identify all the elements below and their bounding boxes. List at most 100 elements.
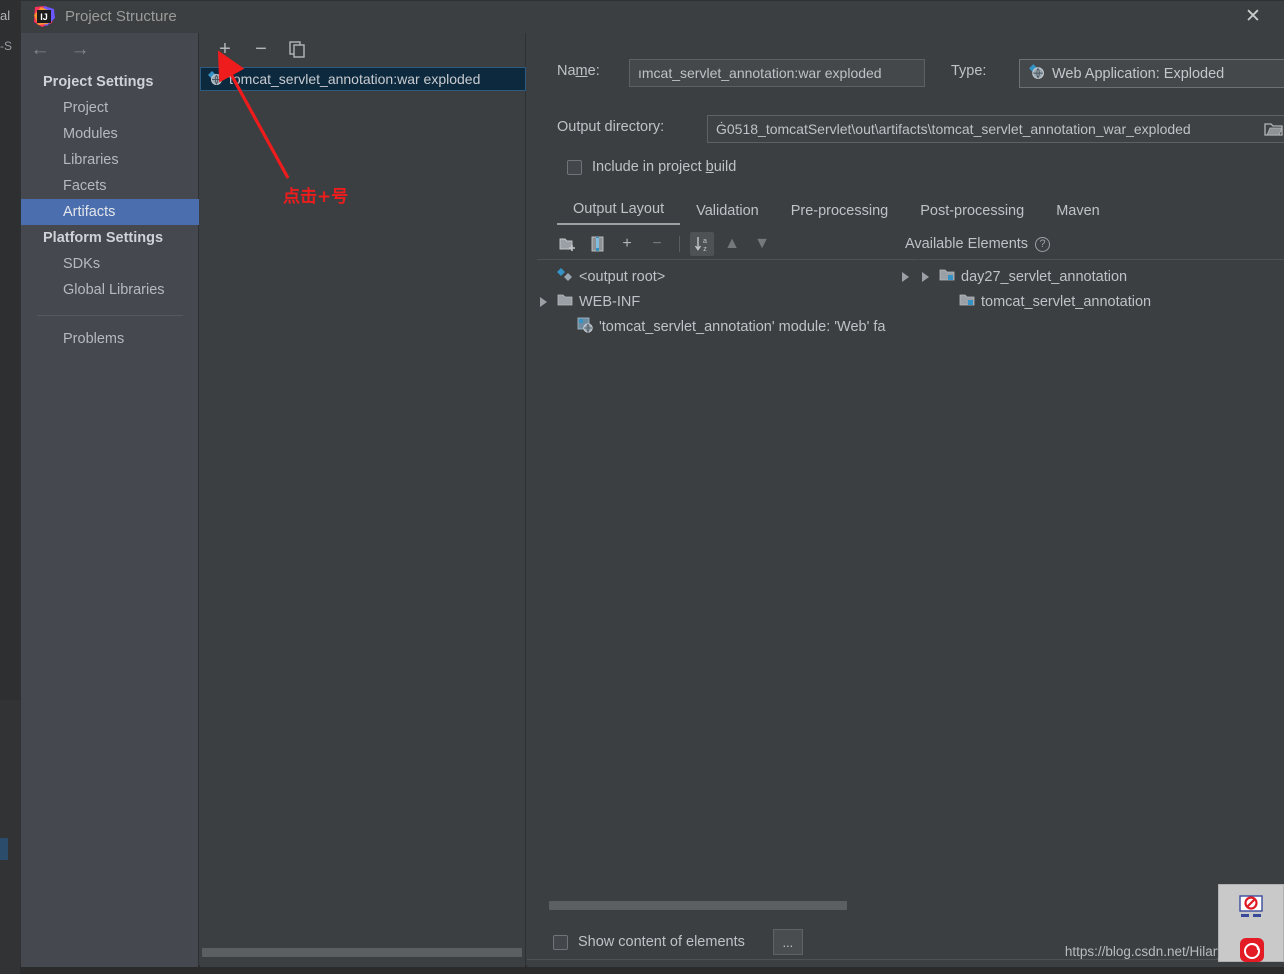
name-type-row: Name: ımcat_servlet_annotation:war explo… — [557, 59, 1284, 88]
tree-row-web-inf[interactable]: WEB-INF — [537, 289, 919, 314]
toolbar-divider — [679, 236, 680, 252]
type-label: Type: — [951, 63, 987, 79]
artifacts-toolbar: + − — [200, 33, 526, 65]
artifacts-horizontal-scrollbar[interactable] — [202, 948, 522, 957]
output-layout-horizontal-scrollbar[interactable] — [549, 901, 847, 910]
detail-tabs: Output Layout Validation Pre-processing … — [557, 195, 1284, 225]
chevron-right-icon[interactable] — [919, 270, 933, 284]
sidebar-item-problems[interactable]: Problems — [21, 326, 199, 352]
help-icon[interactable]: ? — [1035, 236, 1051, 252]
artifact-name-input[interactable]: ımcat_servlet_annotation:war exploded — [629, 59, 925, 87]
svg-text:IJ: IJ — [40, 12, 48, 22]
move-up-button[interactable]: ▲ — [720, 232, 744, 256]
remove-artifact-button[interactable]: − — [248, 36, 274, 62]
create-directory-icon[interactable] — [555, 232, 579, 256]
move-down-button[interactable]: ▼ — [750, 232, 774, 256]
more-options-button[interactable]: ... — [772, 929, 803, 955]
title-bar: IJ Project Structure ✕ — [21, 1, 1284, 33]
tab-output-layout[interactable]: Output Layout — [557, 201, 681, 225]
settings-sidebar: ← → Project Settings Project Modules Lib… — [21, 33, 199, 967]
show-content-label: Show content of elements — [578, 934, 745, 950]
tab-pre-processing[interactable]: Pre-processing — [775, 203, 905, 225]
sidebar-item-facets[interactable]: Facets — [21, 173, 199, 199]
output-directory-input[interactable]: Ġ0518_tomcatServlet\out\artifacts\tomcat… — [707, 115, 1284, 143]
tab-maven[interactable]: Maven — [1040, 203, 1116, 225]
tree-row-output-root[interactable]: <output root> — [537, 264, 919, 289]
background-text-a: al — [0, 8, 11, 23]
include-in-build-checkbox[interactable] — [567, 159, 582, 175]
artifact-icon — [557, 267, 573, 287]
forward-arrow-icon[interactable]: → — [67, 37, 93, 63]
background-text-b: -S — [0, 39, 12, 53]
svg-text:a: a — [703, 238, 707, 245]
remove-element-button[interactable]: − — [645, 232, 669, 256]
available-elements-title: Available Elements — [905, 236, 1029, 252]
available-item-tomcat[interactable]: tomcat_servlet_annotation — [919, 289, 1284, 314]
chevron-right-icon[interactable] — [537, 295, 551, 309]
artifact-type-value: Web Application: Exploded — [1052, 65, 1225, 82]
artifact-icon — [1028, 63, 1045, 84]
sidebar-item-sdks[interactable]: SDKs — [21, 251, 199, 277]
create-archive-icon[interactable] — [585, 232, 609, 256]
artifact-detail-panel: Name: ımcat_servlet_annotation:war explo… — [527, 33, 1284, 967]
folder-icon — [557, 293, 573, 311]
tab-post-processing[interactable]: Post-processing — [904, 203, 1040, 225]
svg-text:z: z — [703, 246, 707, 252]
add-artifact-button[interactable]: + — [212, 36, 238, 62]
include-in-build-label: Include in project build — [592, 159, 737, 175]
page-title: Project Structure — [65, 8, 177, 25]
sidebar-item-project[interactable]: Project — [21, 95, 199, 121]
available-elements-tree: day27_servlet_annotation tomcat_servlet_… — [919, 259, 1284, 899]
available-item-label: tomcat_servlet_annotation — [981, 293, 1152, 310]
module-icon — [939, 268, 955, 286]
folder-icon[interactable] — [1262, 118, 1284, 140]
back-arrow-icon[interactable]: ← — [27, 37, 53, 63]
sidebar-item-modules[interactable]: Modules — [21, 121, 199, 147]
screen-block-icon[interactable] — [1238, 895, 1264, 919]
tree-row-label: 'tomcat_servlet_annotation' module: 'Web… — [599, 318, 886, 335]
tab-validation[interactable]: Validation — [680, 203, 775, 225]
output-layout-tree: <output root> WEB-INF 'tomcat_servlet_an… — [537, 259, 919, 899]
include-in-build-row[interactable]: Include in project build — [567, 159, 736, 175]
sidebar-item-artifacts[interactable]: Artifacts — [21, 199, 199, 225]
screen: al -S IJ Project Structure ✕ ← → Project… — [0, 0, 1284, 974]
sidebar-list: Project Settings Project Modules Librari… — [21, 69, 199, 352]
output-directory-row: Output directory: Ġ0518_tomcatServlet\ou… — [557, 115, 1284, 143]
output-directory-label: Output directory: — [557, 119, 665, 135]
intellij-idea-icon: IJ — [34, 6, 55, 27]
available-elements-header: Available Elements ? — [905, 231, 1284, 257]
sidebar-group-project-settings: Project Settings — [43, 74, 154, 90]
show-content-checkbox[interactable] — [553, 934, 568, 950]
background-editor-sliver — [0, 838, 8, 860]
expand-right-icon[interactable] — [899, 270, 913, 284]
web-facet-icon — [577, 317, 593, 337]
detail-bottom-divider — [527, 959, 1284, 960]
name-label: Name: — [557, 63, 600, 79]
background-strip-lower — [0, 700, 20, 974]
artifact-list-item-label: tomcat_servlet_annotation:war exploded — [229, 71, 481, 87]
sidebar-divider — [37, 315, 183, 316]
sidebar-item-libraries[interactable]: Libraries — [21, 147, 199, 173]
sidebar-nav: ← → — [21, 33, 199, 67]
artifact-type-select[interactable]: Web Application: Exploded — [1019, 59, 1284, 88]
copy-artifact-icon[interactable] — [284, 36, 310, 62]
weibo-icon[interactable] — [1239, 937, 1265, 963]
tree-row-module-web-facet[interactable]: 'tomcat_servlet_annotation' module: 'Web… — [537, 314, 919, 339]
available-item-label: day27_servlet_annotation — [961, 268, 1128, 285]
artifact-icon — [207, 70, 223, 89]
sort-az-icon[interactable]: a z — [690, 232, 714, 256]
module-icon — [959, 293, 975, 311]
add-copy-of-button[interactable]: + — [615, 232, 639, 256]
tree-row-label: <output root> — [579, 268, 666, 285]
tray-overlay-panel — [1218, 884, 1284, 962]
sidebar-item-global-libraries[interactable]: Global Libraries — [21, 277, 199, 303]
available-item-day27[interactable]: day27_servlet_annotation — [919, 264, 1284, 289]
close-icon[interactable]: ✕ — [1231, 1, 1275, 33]
tree-row-label: WEB-INF — [579, 293, 641, 310]
artifacts-list-panel: + − tomcat_servlet_annotation:war explod… — [200, 33, 526, 967]
artifact-list-item[interactable]: tomcat_servlet_annotation:war exploded — [200, 67, 526, 91]
output-layout-toolbar: + − a z ▲ ▼ — [555, 231, 935, 257]
show-content-row: Show content of elements ... — [553, 929, 803, 955]
project-structure-dialog: IJ Project Structure ✕ ← → Project Setti… — [20, 0, 1284, 967]
sidebar-group-platform-settings: Platform Settings — [43, 230, 164, 246]
